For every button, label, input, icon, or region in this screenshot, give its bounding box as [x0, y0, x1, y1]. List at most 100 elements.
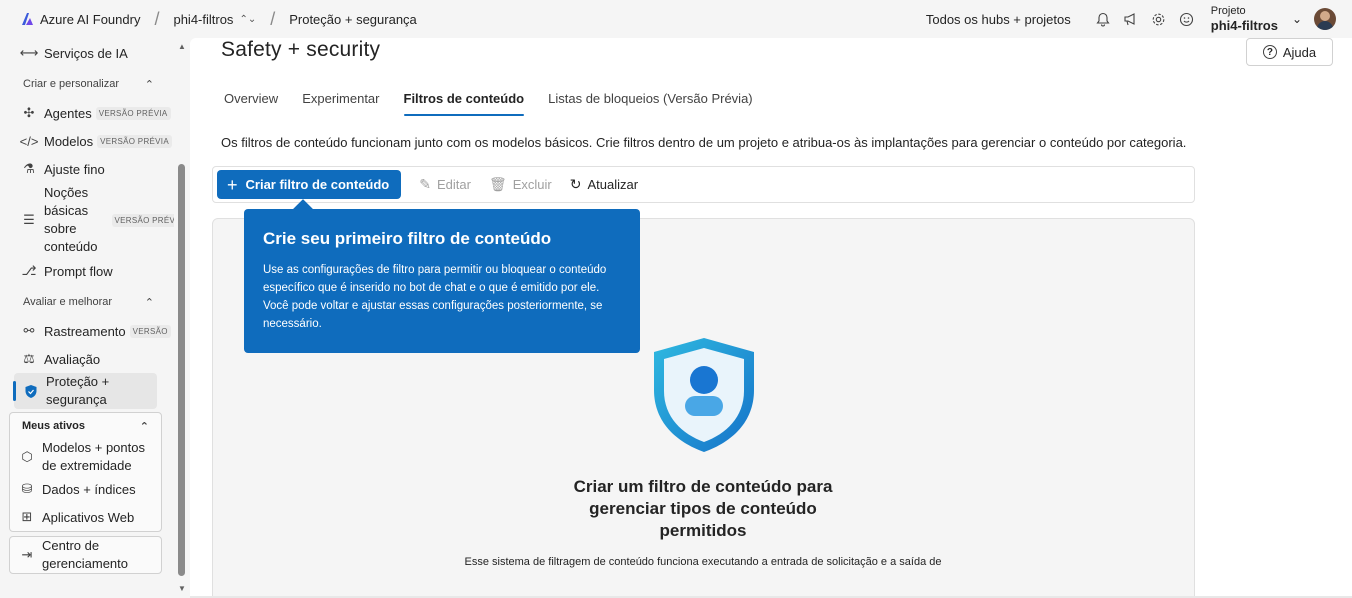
label-line: segurança: [46, 392, 107, 407]
edit-label: Editar: [436, 177, 471, 192]
sidebar-item-tracing[interactable]: ⚯ Rastreamento VERSÃO: [0, 317, 174, 345]
tab-overview[interactable]: Overview: [212, 84, 290, 114]
all-hubs-link[interactable]: Todos os hubs + projetos: [926, 12, 1071, 27]
label-line: Modelos + pontos: [42, 440, 145, 455]
sidebar-scrollbar[interactable]: ▲ ▼: [176, 38, 188, 598]
cube-icon: ⬡: [21, 449, 33, 464]
my-assets-panel: Meus ativos ⌃ ⬡ Modelos + pontos de extr…: [9, 412, 162, 532]
sidebar-item-label: Ajuste fino: [44, 161, 105, 177]
edit-button[interactable]: ✎ Editar: [419, 176, 471, 193]
refresh-label: Atualizar: [587, 177, 639, 192]
sidebar-item-label: Dados + índices: [42, 481, 136, 497]
shield-person-icon: [654, 338, 754, 452]
grid-icon: ⊞: [21, 509, 33, 524]
scrollbar-thumb[interactable]: [178, 164, 185, 576]
sidebar-item-label: Agentes: [44, 105, 92, 121]
sidebar-item-safety[interactable]: Proteção + segurança: [13, 373, 157, 409]
sidebar-item-models[interactable]: </> Modelos VERSÃO PRÉVIA: [0, 127, 174, 155]
sidebar-item-promptflow[interactable]: ⎇ Prompt flow: [0, 257, 174, 285]
create-filter-label: Criar filtro de conteúdo: [245, 177, 390, 192]
sidebar-item-evaluation[interactable]: ⚖ Avaliação: [0, 345, 174, 373]
project-name: phi4-filtros: [1210, 17, 1278, 33]
help-button[interactable]: ? Ajuda: [1246, 38, 1333, 66]
document-list-icon: ☰: [23, 212, 35, 227]
sidebar-item-content-basics[interactable]: ☰ Noções básicas sobre conteúdo VERSÃO P…: [0, 183, 174, 257]
toolbar: + Criar filtro de conteúdo ✎ Editar 🗑 Ex…: [212, 166, 1195, 203]
code-icon: </>: [19, 133, 39, 149]
scroll-up-arrow-icon[interactable]: ▲: [178, 42, 186, 51]
popover-body: Use as configurações de filtro para perm…: [263, 264, 607, 330]
flask-icon: ⚗: [23, 161, 35, 176]
breadcrumb-project-label: phi4-filtros: [173, 11, 234, 27]
refresh-icon: ↻: [569, 176, 582, 192]
empty-state-description: Esse sistema de filtragem de conteúdo fu…: [464, 556, 942, 568]
breadcrumb-separator: /: [270, 8, 276, 29]
label-line: Centro de: [42, 538, 100, 553]
teaching-popover: Crie seu primeiro filtro de conteúdo Use…: [244, 209, 640, 353]
tab-blocklists[interactable]: Listas de bloqueios (Versão Prévia): [536, 84, 765, 114]
sidebar-item-models-endpoints[interactable]: ⬡ Modelos + pontos de extremidade: [10, 439, 161, 475]
project-label: Projeto: [1210, 4, 1246, 17]
main-content: Safety + security ? Ajuda Overview Exper…: [190, 38, 1352, 598]
azure-logo-icon: [22, 13, 33, 25]
breadcrumb-page[interactable]: Proteção + segurança: [289, 12, 417, 27]
pencil-icon: ✎: [419, 176, 431, 192]
tab-try[interactable]: Experimentar: [290, 84, 391, 114]
brand[interactable]: Azure AI Foundry: [20, 12, 140, 27]
preview-badge: VERSÃO PRÉVIA: [97, 134, 172, 148]
breadcrumb-page-label: Proteção + segurança: [289, 11, 417, 27]
sidebar-item-label: Rastreamento: [44, 323, 126, 339]
preview-badge: VERSÃO: [129, 324, 171, 338]
sidebar-item-data-indexes[interactable]: ⛁ Dados + índices: [10, 475, 161, 503]
sidebar-item-label: Modelos + pontos de extremidade: [42, 439, 145, 475]
refresh-button[interactable]: ↻ Atualizar: [570, 176, 638, 193]
sidebar-item-label: Avaliação: [44, 351, 101, 367]
smiley-feedback-icon[interactable]: [1173, 5, 1201, 33]
link-icon: ⟷: [19, 45, 39, 60]
delete-button[interactable]: 🗑 Excluir: [489, 176, 552, 193]
database-icon: ⛁: [21, 481, 33, 496]
chevron-up-icon: ⌃: [139, 420, 149, 433]
tracing-icon: ⚯: [23, 323, 35, 338]
breadcrumb-project[interactable]: phi4-filtros ⌃⌄: [173, 12, 256, 27]
label-line: básicas: [44, 203, 89, 218]
help-label: Ajuda: [1282, 44, 1317, 60]
avatar[interactable]: [1314, 8, 1336, 30]
label-line: Proteção +: [46, 374, 110, 389]
sidebar-section-create[interactable]: Criar e personalizar ⌃: [0, 69, 174, 99]
sidebar-item-management[interactable]: ⇥ Centro de gerenciamento: [10, 537, 161, 573]
trash-icon: 🗑: [488, 176, 507, 192]
sidebar-item-label: Prompt flow: [44, 263, 113, 279]
gear-icon[interactable]: [1145, 5, 1173, 33]
sign-in-icon: ⇥: [21, 547, 33, 562]
sidebar-item-finetune[interactable]: ⚗ Ajuste fino: [0, 155, 174, 183]
shield-icon: [22, 382, 40, 400]
sidebar-item-label: Centro de gerenciamento: [42, 537, 128, 573]
agent-icon: ✣: [23, 105, 35, 120]
label-line: de extremidade: [42, 458, 132, 473]
label-line: sobre: [44, 221, 77, 236]
create-filter-button[interactable]: + Criar filtro de conteúdo: [217, 170, 402, 199]
sidebar-item-web-apps[interactable]: ⊞ Aplicativos Web: [10, 503, 161, 531]
chevron-updown-icon: ⌃⌄: [239, 13, 257, 25]
preview-badge: VERSÃO PRÉVIA: [95, 106, 171, 120]
sidebar: ⟷ Serviços de IA Criar e personalizar ⌃ …: [0, 38, 174, 598]
tab-bar: Overview Experimentar Filtros de conteúd…: [212, 84, 765, 116]
sidebar-section-evaluate[interactable]: Avaliar e melhorar ⌃: [0, 287, 174, 317]
empty-state-title: Criar um filtro de conteúdo para gerenci…: [573, 477, 833, 540]
chevron-up-icon: ⌃: [144, 296, 154, 309]
scroll-down-arrow-icon[interactable]: ▼: [178, 584, 186, 593]
megaphone-icon[interactable]: [1117, 5, 1145, 33]
brand-name: Azure AI Foundry: [40, 11, 141, 27]
flow-icon: ⎇: [21, 263, 37, 278]
page-description: Os filtros de conteúdo funcionam junto c…: [221, 135, 1187, 150]
sidebar-item-agents[interactable]: ✣ Agentes VERSÃO PRÉVIA: [0, 99, 174, 127]
sidebar-section-assets[interactable]: Meus ativos ⌃: [10, 413, 161, 439]
project-switcher[interactable]: Projeto phi4-filtros: [1211, 5, 1278, 34]
top-bar: Azure AI Foundry / phi4-filtros ⌃⌄ / Pro…: [0, 0, 1352, 38]
sidebar-item-ai-services[interactable]: ⟷ Serviços de IA: [0, 39, 174, 67]
chevron-down-icon[interactable]: ⌄: [1292, 12, 1302, 26]
sidebar-item-label: Proteção + segurança: [46, 373, 109, 409]
bell-icon[interactable]: [1089, 5, 1117, 33]
tab-content-filters[interactable]: Filtros de conteúdo: [392, 84, 537, 116]
